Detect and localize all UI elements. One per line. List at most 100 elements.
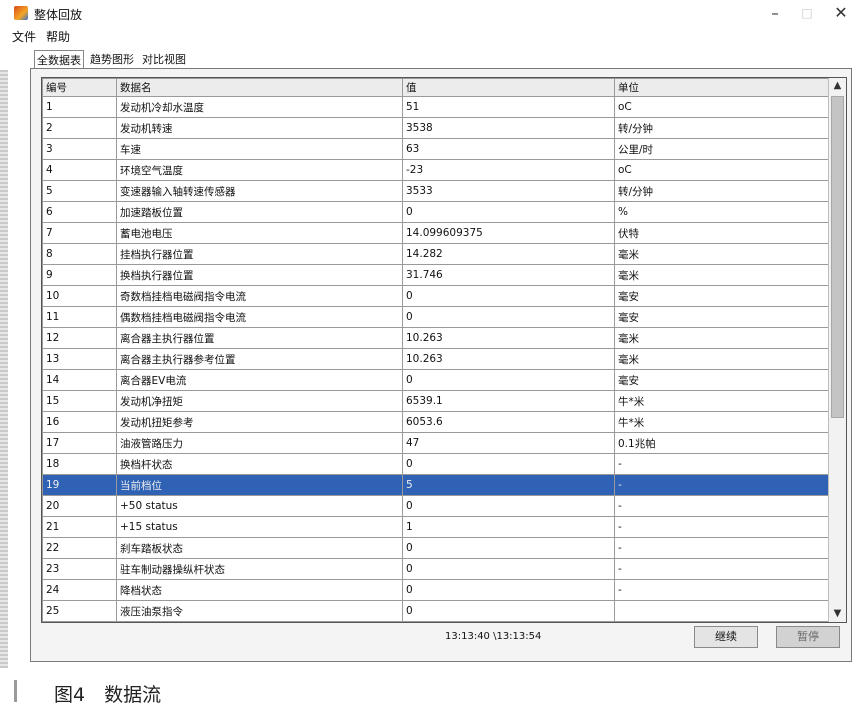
continue-button[interactable]: 继续	[694, 626, 758, 648]
table-row[interactable]: 8 挂档执行器位置 14.282 毫米	[42, 243, 829, 265]
cell-unit: -	[614, 537, 829, 559]
tab-compare-view[interactable]: 对比视图	[140, 50, 188, 68]
cell-id: 2	[42, 117, 117, 139]
cell-value: 14.282	[402, 243, 615, 265]
cell-name: 变速器输入轴转速传感器	[116, 180, 403, 202]
column-header-unit[interactable]: 单位	[614, 78, 829, 97]
column-header-value[interactable]: 值	[402, 78, 615, 97]
cell-name: 偶数档挂档电磁阀指令电流	[116, 306, 403, 328]
table-row[interactable]: 11 偶数档挂档电磁阀指令电流 0 毫安	[42, 306, 829, 328]
cell-name: +50 status	[116, 495, 403, 517]
cell-value: 51	[402, 96, 615, 118]
cell-unit: 0.1兆帕	[614, 432, 829, 454]
cell-value: 10.263	[402, 348, 615, 370]
cell-id: 9	[42, 264, 117, 286]
cell-name: 降档状态	[116, 579, 403, 601]
cell-unit: 毫安	[614, 285, 829, 307]
cell-id: 24	[42, 579, 117, 601]
cell-value: 5	[402, 474, 615, 496]
scroll-thumb[interactable]	[831, 96, 844, 418]
cell-id: 11	[42, 306, 117, 328]
cell-value: 0	[402, 453, 615, 475]
table-row[interactable]: 10 奇数档挂档电磁阀指令电流 0 毫安	[42, 285, 829, 307]
table-row[interactable]: 15 发动机净扭矩 6539.1 牛*米	[42, 390, 829, 412]
table-row[interactable]: 24 降档状态 0-	[42, 579, 829, 601]
table-row[interactable]: 7 蓄电池电压 14.099609375 伏特	[42, 222, 829, 244]
table-header-row: 编号 数据名 值 单位	[42, 78, 829, 97]
cell-unit: 毫米	[614, 264, 829, 286]
menu-help[interactable]: 帮助	[46, 28, 70, 45]
cell-id: 1	[42, 96, 117, 118]
cell-name: 蓄电池电压	[116, 222, 403, 244]
table-row[interactable]: 16 发动机扭矩参考 6053.6 牛*米	[42, 411, 829, 433]
table-row[interactable]: 9 换档执行器位置 31.746 毫米	[42, 264, 829, 286]
table-row[interactable]: 2 发动机转速 3538 转/分钟	[42, 117, 829, 139]
cell-unit: 公里/时	[614, 138, 829, 160]
cell-name: 车速	[116, 138, 403, 160]
cell-unit	[614, 600, 829, 622]
pause-button[interactable]: 暂停	[776, 626, 840, 648]
tab-all-data[interactable]: 全数据表	[34, 50, 84, 69]
cell-name: +15 status	[116, 516, 403, 538]
cell-value: 0	[402, 369, 615, 391]
table-row[interactable]: 5 变速器输入轴转速传感器 3533 转/分钟	[42, 180, 829, 202]
table-row[interactable]: 20 +50 status 0-	[42, 495, 829, 517]
maximize-icon[interactable]: □	[792, 2, 822, 24]
cell-value: 47	[402, 432, 615, 454]
scroll-down-icon[interactable]: ▼	[829, 606, 846, 622]
data-grid: 编号 数据名 值 单位 1 发动机冷却水温度 51 oC 2 发动机转速 3538 转/分钟 3…	[41, 77, 847, 623]
cell-unit: -	[614, 495, 829, 517]
cell-name: 奇数档挂档电磁阀指令电流	[116, 285, 403, 307]
column-header-id[interactable]: 编号	[42, 78, 117, 97]
cell-unit: -	[614, 516, 829, 538]
column-header-name[interactable]: 数据名	[116, 78, 403, 97]
cell-id: 20	[42, 495, 117, 517]
cell-value: 6053.6	[402, 411, 615, 433]
close-icon[interactable]: ✕	[826, 2, 856, 24]
table-row[interactable]: 12 离合器主执行器位置 10.263 毫米	[42, 327, 829, 349]
table-row[interactable]: 17 油液管路压力 47 0.1兆帕	[42, 432, 829, 454]
cell-unit: oC	[614, 96, 829, 118]
cell-id: 4	[42, 159, 117, 181]
cell-name: 驻车制动器操纵杆状态	[116, 558, 403, 580]
table-row[interactable]: 22 刹车踏板状态 0-	[42, 537, 829, 559]
cell-unit: -	[614, 579, 829, 601]
cell-unit: 伏特	[614, 222, 829, 244]
table-row[interactable]: 3 车速 63 公里/时	[42, 138, 829, 160]
table-row[interactable]: 21 +15 status 1-	[42, 516, 829, 538]
cell-name: 发动机扭矩参考	[116, 411, 403, 433]
cell-id: 16	[42, 411, 117, 433]
cell-id: 17	[42, 432, 117, 454]
table-row[interactable]: 18 换档杆状态 0-	[42, 453, 829, 475]
table-row[interactable]: 4 环境空气温度 -23 oC	[42, 159, 829, 181]
menu-file[interactable]: 文件	[12, 28, 36, 45]
cell-unit: oC	[614, 159, 829, 181]
cell-value: 0	[402, 495, 615, 517]
window-shadow-edge	[0, 70, 8, 668]
cell-unit: 转/分钟	[614, 180, 829, 202]
cell-value: 0	[402, 306, 615, 328]
cell-name: 换档杆状态	[116, 453, 403, 475]
cell-unit: -	[614, 474, 829, 496]
title-bar: 整体回放 – □ ✕	[8, 0, 858, 26]
cell-value: 31.746	[402, 264, 615, 286]
table-row[interactable]: 1 发动机冷却水温度 51 oC	[42, 96, 829, 118]
vertical-scrollbar[interactable]: ▲ ▼	[828, 78, 846, 622]
table-row[interactable]: 23 驻车制动器操纵杆状态 0-	[42, 558, 829, 580]
time-range: 13:13:40 \13:13:54	[445, 631, 542, 642]
cell-value: 3538	[402, 117, 615, 139]
tab-trend-chart[interactable]: 趋势图形	[88, 50, 136, 68]
table-row[interactable]: 13 离合器主执行器参考位置 10.263 毫米	[42, 348, 829, 370]
cell-id: 18	[42, 453, 117, 475]
table-row[interactable]: 14 离合器EV电流 0 毫安	[42, 369, 829, 391]
minimize-icon[interactable]: –	[760, 2, 790, 24]
table-row[interactable]: 25 液压油泵指令 0	[42, 600, 829, 622]
cell-id: 8	[42, 243, 117, 265]
table-row[interactable]: 19 当前档位 5-	[42, 474, 829, 496]
cell-name: 挂档执行器位置	[116, 243, 403, 265]
scroll-up-icon[interactable]: ▲	[829, 78, 846, 94]
cell-name: 加速踏板位置	[116, 201, 403, 223]
cell-id: 10	[42, 285, 117, 307]
table-row[interactable]: 6 加速踏板位置 0%	[42, 201, 829, 223]
window-title: 整体回放	[34, 8, 83, 22]
